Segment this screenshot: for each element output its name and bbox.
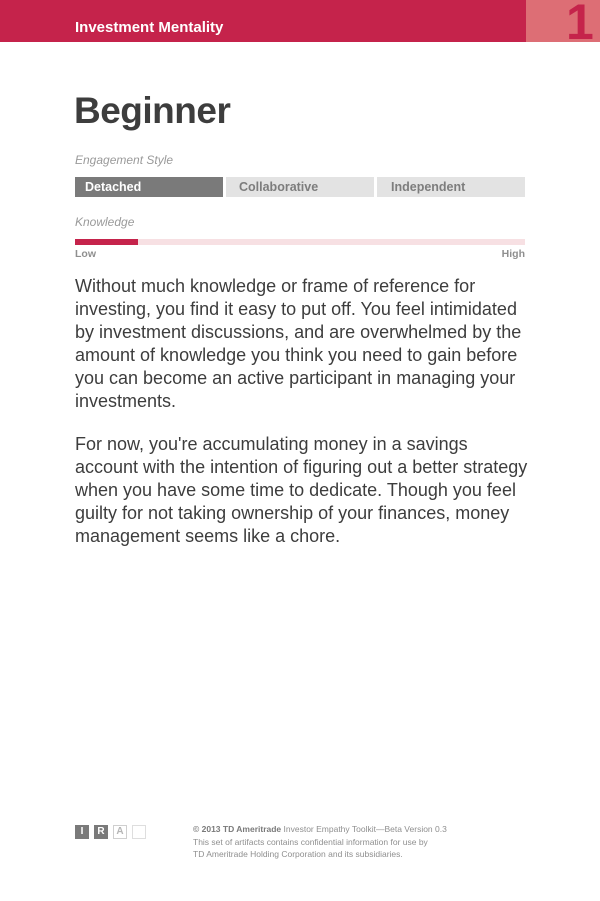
footer-copyright: © 2013 TD Ameritrade [193,824,282,834]
engagement-option-collaborative: Collaborative [226,177,374,197]
body-paragraph: For now, you're accumulating money in a … [75,434,528,546]
section-title: Investment Mentality [75,19,224,36]
knowledge-meter [75,239,525,245]
footer-line-3: TD Ameritrade Holding Corporation and it… [193,849,403,859]
knowledge-label: Knowledge [75,215,135,229]
brand-mark-empty [132,825,146,839]
page-number-box: 1 [526,0,600,42]
knowledge-low-label: Low [75,248,96,260]
engagement-option-detached: Detached [75,177,223,197]
header-bar: Investment Mentality 1 [0,0,600,42]
knowledge-high-label: High [501,248,525,260]
footer-line-1: © 2013 TD Ameritrade Investor Empathy To… [193,823,533,836]
engagement-style-label: Engagement Style [75,153,174,167]
footer-toolkit: Investor Empathy Toolkit—Beta Version 0.… [281,824,447,834]
brand-mark-r: R [94,825,108,839]
knowledge-meter-fill [75,239,138,245]
footer-line-2: This set of artifacts contains confident… [193,836,428,847]
brand-mark-a: A [113,825,127,839]
engagement-option-independent: Independent [377,177,525,197]
page-number: 1 [566,0,594,42]
body-paragraph: Without much knowledge or frame of refer… [75,276,522,411]
brand-mark-i: I [75,825,89,839]
persona-title: Beginner [74,90,231,131]
footer-legal: © 2013 TD Ameritrade Investor Empathy To… [193,823,533,861]
